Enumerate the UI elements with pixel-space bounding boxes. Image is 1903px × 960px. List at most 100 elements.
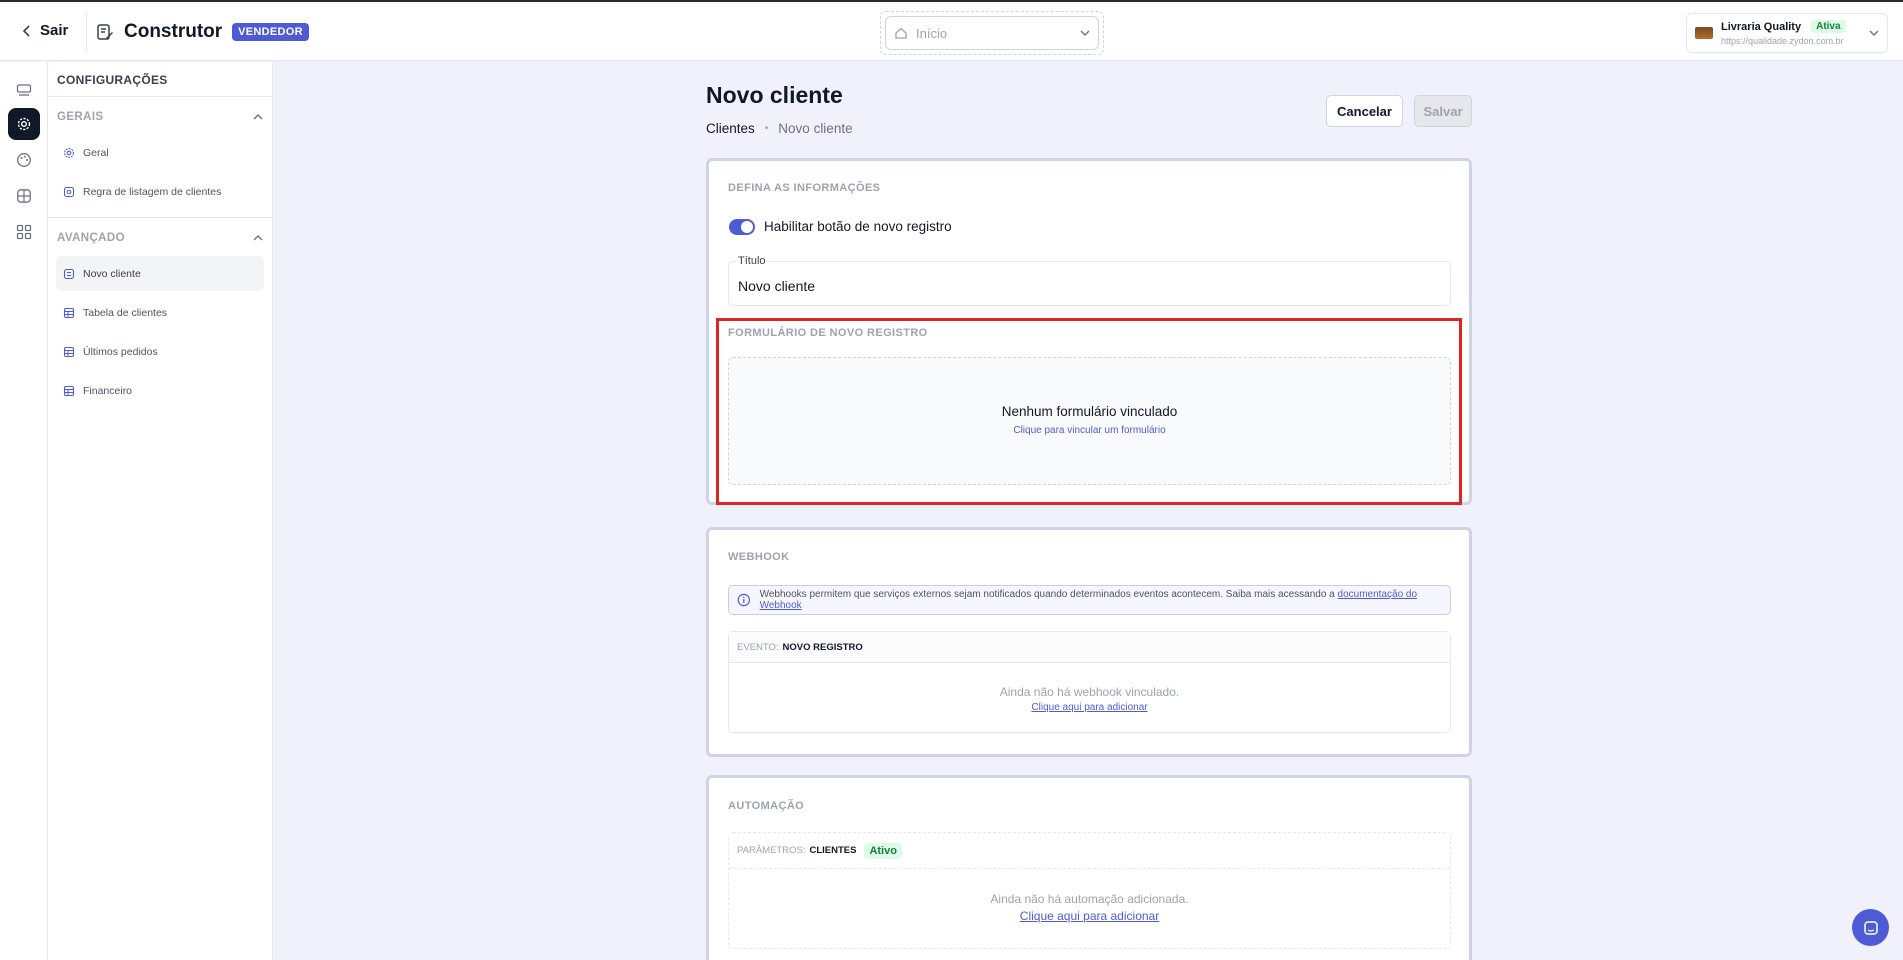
- sidebar-item-geral[interactable]: Geral: [56, 135, 264, 170]
- builder-title: Construtor: [124, 21, 223, 42]
- sidebar-item-label: Financeiro: [83, 384, 133, 397]
- param-name: CLIENTES: [809, 845, 857, 856]
- layers-icon: [16, 84, 32, 96]
- param-status-badge: Ativo: [864, 842, 902, 859]
- icon-rail: [0, 62, 48, 960]
- sidebar-group-label: AVANÇADO: [57, 232, 125, 244]
- link-form-link[interactable]: Clique para vincular um formulário: [729, 425, 1450, 436]
- edit-document-icon: [97, 24, 113, 40]
- chat-support-button[interactable]: [1852, 909, 1889, 946]
- breadcrumb-separator: •: [764, 123, 769, 134]
- title-field: Título: [728, 255, 1451, 306]
- store-name: Livraria Quality: [1721, 20, 1802, 33]
- title-input[interactable]: [738, 278, 1438, 294]
- breadcrumb-item-current: Novo cliente: [778, 121, 853, 136]
- add-webhook-link[interactable]: Clique aqui para adicionar: [1031, 702, 1147, 713]
- webhook-empty-state: Ainda não há webhook vinculado. Clique a…: [729, 663, 1450, 713]
- sidebar-item-label: Geral: [83, 146, 109, 159]
- page-select-value: Início: [916, 25, 948, 41]
- chevron-down-icon: [1080, 30, 1090, 36]
- role-badge: VENDEDOR: [232, 23, 309, 41]
- rail-settings-button[interactable]: [8, 108, 40, 140]
- section-label: AUTOMAÇÃO: [728, 800, 805, 812]
- automation-empty-state: Ainda não há automação adicionada. Cliqu…: [729, 869, 1450, 923]
- section-label: DEFINA AS INFORMAÇÕES: [728, 182, 881, 194]
- store-info: Livraria Quality Ativa https://qualidade…: [1721, 20, 1846, 46]
- sidebar-item-label: Novo cliente: [83, 267, 141, 280]
- builder-heading: Construtor VENDEDOR: [96, 21, 309, 43]
- store-logo: [1695, 27, 1713, 39]
- sidebar-item-tabela-clientes[interactable]: Tabela de clientes: [56, 295, 264, 330]
- page-select[interactable]: Início: [885, 16, 1099, 50]
- cancel-button[interactable]: Cancelar: [1326, 95, 1403, 127]
- chevron-up-icon: [253, 235, 263, 241]
- sidebar-item-label: Últimos pedidos: [83, 345, 158, 358]
- toggle-label: Habilitar botão de novo registro: [764, 219, 952, 234]
- info-icon: [737, 593, 751, 607]
- section-label: FORMULÁRIO DE NOVO REGISTRO: [728, 327, 928, 339]
- exit-button[interactable]: Sair: [22, 22, 68, 39]
- rail-theme-button[interactable]: [8, 144, 40, 176]
- rail-apps-button[interactable]: [8, 216, 40, 248]
- table-icon: [63, 346, 75, 357]
- sidebar-item-financeiro[interactable]: Financeiro: [56, 373, 264, 408]
- sidebar-item-novo-cliente[interactable]: Novo cliente: [56, 256, 264, 291]
- palette-icon: [17, 153, 31, 167]
- event-name: NOVO REGISTRO: [782, 641, 863, 653]
- empty-form-title: Nenhum formulário vinculado: [1001, 404, 1178, 419]
- webhook-card: WEBHOOK Webhooks permitem que serviços e…: [706, 527, 1472, 757]
- breadcrumb: Clientes • Novo cliente: [706, 121, 853, 136]
- form-icon: [63, 268, 75, 279]
- automation-empty-text: Ainda não há automação adicionada.: [990, 892, 1189, 906]
- table-icon: [63, 385, 75, 396]
- add-automation-link[interactable]: Clique aqui para adicionar: [1020, 909, 1159, 923]
- sidebar-group-label: GERAIS: [57, 111, 104, 123]
- breadcrumb-item-clientes[interactable]: Clientes: [706, 121, 755, 136]
- webhook-event-box: EVENTO: NOVO REGISTRO Ainda não há webho…: [728, 631, 1451, 733]
- settings-sidebar: CONFIGURAÇÕES GERAIS Geral Regra de list…: [48, 62, 273, 960]
- globe-icon: [17, 189, 31, 203]
- sidebar-group-avancado[interactable]: AVANÇADO: [48, 220, 272, 256]
- event-header: EVENTO: NOVO REGISTRO: [729, 632, 1450, 663]
- webhook-empty-text: Ainda não há webhook vinculado.: [999, 685, 1180, 699]
- exit-label: Sair: [40, 22, 69, 39]
- sidebar-item-label: Regra de listagem de clientes: [83, 185, 222, 198]
- gear-icon: [17, 117, 31, 131]
- chat-icon: [1863, 920, 1878, 935]
- page-title: Novo cliente: [706, 82, 843, 108]
- rail-globe-button[interactable]: [8, 180, 40, 212]
- chevron-left-icon: [22, 24, 30, 37]
- automation-param-box: PARÂMETROS: CLIENTES Ativo Ainda não há …: [728, 832, 1451, 949]
- store-url: https://qualidade.zydon.com.br: [1721, 36, 1844, 46]
- automation-card: AUTOMAÇÃO PARÂMETROS: CLIENTES Ativo Ain…: [706, 775, 1472, 960]
- top-bar: Sair Construtor VENDEDOR Início Livraria…: [0, 2, 1903, 61]
- webhook-info-banner: Webhooks permitem que serviços externos …: [728, 585, 1451, 615]
- rule-icon: [63, 186, 75, 197]
- chevron-up-icon: [253, 114, 263, 120]
- event-prefix: EVENTO:: [737, 641, 779, 653]
- apps-grid-icon: [16, 224, 32, 240]
- param-prefix: PARÂMETROS:: [737, 845, 806, 856]
- rail-layers-button[interactable]: [8, 74, 40, 106]
- divider: [86, 12, 87, 52]
- section-label: WEBHOOK: [728, 551, 790, 563]
- info-card: DEFINA AS INFORMAÇÕES Habilitar botão de…: [706, 158, 1472, 505]
- chevron-down-icon: [1869, 30, 1879, 36]
- home-icon: [895, 27, 907, 39]
- store-status-badge: Ativa: [1811, 20, 1846, 33]
- sidebar-group-gerais[interactable]: GERAIS: [48, 99, 272, 135]
- link-form-dropzone[interactable]: Nenhum formulário vinculado Clique para …: [728, 357, 1451, 485]
- sidebar-divider: [48, 217, 272, 218]
- webhook-info-text: Webhooks permitem que serviços externos …: [759, 589, 1418, 611]
- save-button[interactable]: Salvar: [1414, 95, 1472, 127]
- sidebar-item-label: Tabela de clientes: [83, 306, 168, 319]
- enable-new-record-toggle[interactable]: [729, 219, 755, 235]
- sidebar-title: CONFIGURAÇÕES: [48, 62, 272, 97]
- sidebar-item-ultimos-pedidos[interactable]: Últimos pedidos: [56, 334, 264, 369]
- table-icon: [63, 307, 75, 318]
- store-selector[interactable]: Livraria Quality Ativa https://qualidade…: [1686, 13, 1888, 53]
- gear-icon: [64, 147, 74, 158]
- page-select-container: Início: [880, 11, 1104, 55]
- title-field-label: Título: [736, 255, 768, 267]
- sidebar-item-regra-listagem[interactable]: Regra de listagem de clientes: [56, 174, 264, 209]
